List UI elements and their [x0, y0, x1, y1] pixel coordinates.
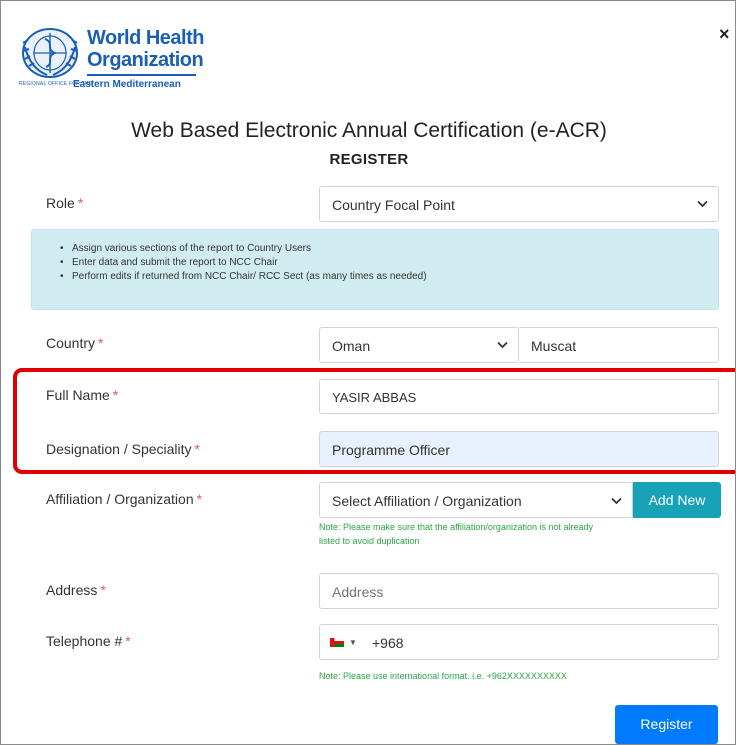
logo-region-text: Eastern Mediterranean [73, 79, 181, 90]
info-item: Perform edits if returned from NCC Chair… [60, 270, 718, 284]
required-mark: * [98, 335, 104, 351]
caret-down-icon[interactable]: ▼ [349, 625, 357, 661]
info-item: Enter data and submit the report to NCC … [60, 256, 718, 270]
dial-code: +968 [372, 635, 404, 651]
full-name-label: Full Name * [46, 387, 119, 403]
country-select[interactable]: Oman [319, 327, 519, 363]
required-mark: * [196, 491, 203, 507]
chevron-down-icon [697, 200, 708, 208]
register-button[interactable]: Register [615, 705, 718, 744]
affiliation-select[interactable]: Select Affiliation / Organization [319, 482, 633, 518]
register-modal: × World Health Organization REGIONAL OFF… [0, 0, 736, 745]
add-new-button[interactable]: Add New [633, 482, 721, 518]
logo-underline [87, 74, 196, 76]
role-info-box: Assign various sections of the report to… [31, 229, 719, 310]
affiliation-label: Affiliation / Organization * [46, 491, 203, 507]
chevron-down-icon [497, 341, 508, 349]
info-item: Assign various sections of the report to… [60, 242, 718, 256]
telephone-label: Telephone # * [46, 633, 131, 649]
logo-text-line2: Organization [87, 49, 204, 71]
country-label: Country * [46, 335, 104, 351]
affiliation-note: Note: Please make sure that the affiliat… [319, 522, 593, 546]
required-mark: * [112, 387, 119, 403]
who-emblem-icon [22, 28, 78, 78]
role-select[interactable]: Country Focal Point [319, 186, 719, 222]
city-field[interactable]: Muscat [519, 327, 719, 363]
role-label: Role * [46, 195, 84, 211]
address-label: Address * [46, 582, 106, 598]
telephone-note: Note: Please use international format. i… [319, 671, 567, 681]
chevron-down-icon [611, 497, 622, 505]
page-title: Web Based Electronic Annual Certificatio… [131, 119, 607, 142]
logo-text-line1: World Health [87, 27, 204, 49]
designation-input[interactable]: Programme Officer [319, 431, 719, 467]
who-logo: World Health Organization REGIONAL OFFIC… [19, 23, 209, 93]
page-subtitle: REGISTER [329, 151, 409, 168]
close-icon[interactable]: × [719, 25, 730, 43]
oman-flag-icon[interactable] [330, 638, 344, 647]
full-name-input[interactable]: YASIR ABBAS [319, 379, 719, 414]
required-mark: * [125, 633, 131, 649]
required-mark: * [194, 441, 200, 457]
required-mark: * [100, 582, 106, 598]
designation-label: Designation / Speciality * [46, 441, 200, 457]
required-mark: * [77, 195, 84, 211]
telephone-input[interactable]: ▼ +968 [319, 624, 719, 660]
address-input[interactable]: Address [319, 573, 719, 609]
